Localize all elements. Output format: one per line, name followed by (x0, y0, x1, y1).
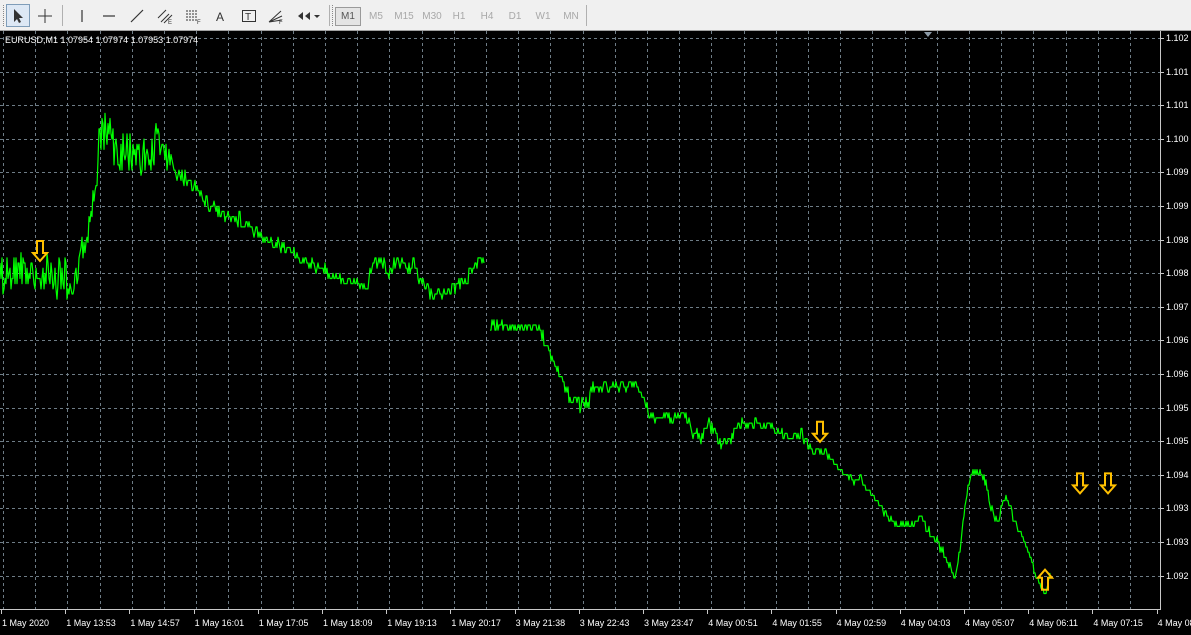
svg-text:F: F (279, 20, 283, 24)
time-axis-label: 1 May 20:17 (451, 618, 501, 628)
timeframe-button-h1[interactable]: H1 (448, 7, 470, 26)
price-axis-label: 1.102 (1166, 33, 1189, 43)
chart-shift-marker-icon[interactable] (924, 32, 932, 37)
text-tool-button[interactable]: A (209, 4, 233, 27)
time-axis-label: 1 May 14:57 (130, 618, 180, 628)
timeframe-button-m5[interactable]: M5 (364, 7, 388, 26)
sell-arrow-icon[interactable] (1098, 472, 1118, 495)
chart-canvas[interactable]: 1.102 1.101 1.101 1.100 1.099 1.099 1.098 1.098… (0, 31, 1191, 635)
time-axis-label: 4 May 08 (1158, 618, 1191, 628)
timeframe-button-d1[interactable]: D1 (504, 7, 526, 26)
price-axis-label: 1.093 (1166, 537, 1189, 547)
price-axis-label: 1.094 (1166, 470, 1189, 480)
svg-text:F: F (197, 20, 201, 24)
crosshair-tool-button[interactable] (33, 4, 57, 27)
svg-text:T: T (245, 12, 251, 23)
equidistant-channel-icon: E (157, 9, 173, 24)
price-axis-label: 1.101 (1166, 67, 1189, 77)
price-axis-label: 1.100 (1166, 134, 1189, 144)
time-axis-label: 3 May 23:47 (644, 618, 694, 628)
time-axis-label: 1 May 16:01 (195, 618, 245, 628)
fibonacci-retracement-icon: F (186, 10, 201, 24)
price-axis[interactable]: 1.102 1.101 1.101 1.100 1.099 1.099 1.098 1.098… (1160, 33, 1189, 581)
fibonacci-retracement-tool-button[interactable]: F (181, 4, 205, 27)
price-axis-label: 1.099 (1166, 201, 1189, 211)
chart-title: EURUSD,M1 1.07954 1.07974 1.07953 1.0797… (5, 35, 198, 45)
time-axis-label: 1 May 2020 (2, 618, 49, 628)
trendline-tool-button[interactable] (125, 4, 149, 27)
crosshair-icon (38, 8, 52, 23)
time-axis-label: 4 May 02:59 (837, 618, 887, 628)
arrows-dropdown-icon (298, 11, 320, 20)
signal-arrows (30, 240, 1118, 591)
fibonacci-fan-tool-button[interactable]: F (264, 4, 288, 27)
time-axis-label: 1 May 18:09 (323, 618, 373, 628)
time-axis-label: 3 May 21:38 (516, 618, 566, 628)
price-axis-label: 1.095 (1166, 436, 1189, 446)
arrows-tool-button[interactable] (294, 4, 324, 27)
drawing-toolbar: E F A T F M1 M5 M15 M30 H1 H4 D1 W1 MN (0, 0, 1191, 31)
cursor-tool-button[interactable] (6, 4, 30, 27)
cursor-arrow-icon (14, 8, 23, 23)
vertical-line-tool-button[interactable] (70, 4, 94, 27)
price-chart[interactable]: 1.102 1.101 1.101 1.100 1.099 1.099 1.098 1.098… (0, 31, 1191, 635)
toolbar-separator (586, 5, 587, 26)
equidistant-channel-tool-button[interactable]: E (153, 4, 177, 27)
time-axis-label: 4 May 07:15 (1093, 618, 1143, 628)
price-axis-label: 1.098 (1166, 268, 1189, 278)
svg-text:E: E (168, 20, 172, 24)
price-axis-label: 1.098 (1166, 235, 1189, 245)
vertical-line-icon (81, 9, 83, 22)
trendline-icon (130, 9, 144, 22)
price-axis-label: 1.096 (1166, 369, 1189, 379)
sell-arrow-icon[interactable] (1070, 472, 1090, 495)
time-axis-label: 4 May 05:07 (965, 618, 1015, 628)
horizontal-line-tool-button[interactable] (97, 4, 121, 27)
chart-grid (0, 31, 1160, 609)
timeframe-button-m1[interactable]: M1 (335, 7, 361, 26)
toolbar-separator (62, 5, 63, 26)
time-axis-label: 1 May 19:13 (387, 618, 437, 628)
price-axis-label: 1.099 (1166, 167, 1189, 177)
time-axis-label: 1 May 17:05 (259, 618, 309, 628)
sell-arrow-icon[interactable] (810, 420, 830, 444)
price-axis-label: 1.093 (1166, 503, 1189, 513)
price-axis-label: 1.096 (1166, 335, 1189, 345)
timeframe-button-h4[interactable]: H4 (476, 7, 498, 26)
text-label-tool-button[interactable]: T (237, 4, 261, 27)
price-axis-label: 1.095 (1166, 403, 1189, 413)
price-line (490, 319, 1051, 595)
svg-text:A: A (216, 10, 224, 24)
timeframe-button-mn[interactable]: MN (559, 7, 583, 26)
price-axis-label: 1.097 (1166, 302, 1189, 312)
time-axis-label: 4 May 04:03 (901, 618, 951, 628)
timeframe-button-m15[interactable]: M15 (391, 7, 417, 26)
time-axis-label: 1 May 13:53 (66, 618, 116, 628)
time-axis-label: 4 May 00:51 (708, 618, 758, 628)
horizontal-line-icon (103, 14, 115, 17)
timeframe-button-m30[interactable]: M30 (419, 7, 445, 26)
text-icon: A (216, 10, 224, 24)
time-axis-label: 3 May 22:43 (580, 618, 630, 628)
text-label-icon: T (242, 9, 256, 23)
price-axis-label: 1.092 (1166, 571, 1189, 581)
fibonacci-fan-icon: F (268, 10, 283, 24)
toolbar-separator (329, 5, 330, 26)
time-axis-label: 4 May 01:55 (772, 618, 822, 628)
timeframe-button-w1[interactable]: W1 (531, 7, 555, 26)
time-axis[interactable]: 1 May 2020 1 May 13:53 1 May 14:57 1 May 16… (1, 609, 1191, 628)
time-axis-label: 4 May 06:11 (1029, 618, 1078, 628)
price-axis-label: 1.101 (1166, 100, 1189, 110)
price-series (0, 112, 1051, 595)
